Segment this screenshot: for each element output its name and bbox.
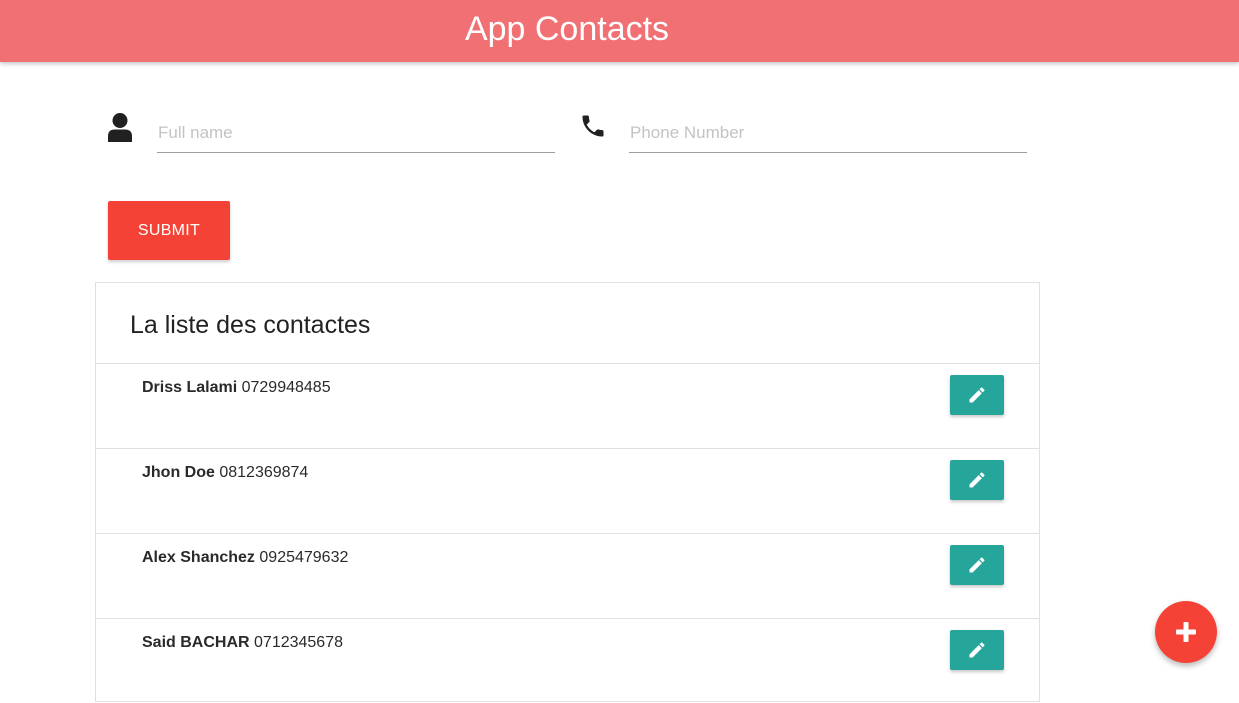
contact-name: Driss Lalami	[142, 379, 238, 396]
contact-phone: 0812369874	[219, 464, 309, 481]
pencil-icon	[969, 642, 985, 658]
contact-name: Jhon Doe	[142, 464, 215, 481]
contact-text: Said BACHAR 0712345678	[142, 634, 343, 652]
contact-phone: 0712345678	[254, 634, 343, 651]
list-item: Said BACHAR 0712345678	[96, 618, 1039, 703]
person-icon	[107, 112, 133, 142]
list-item: Alex Shanchez 0925479632	[96, 533, 1039, 618]
contact-phone: 0729948485	[241, 379, 331, 396]
full-name-input[interactable]	[157, 113, 555, 153]
navbar: App Contacts	[0, 0, 1239, 62]
contact-text: Driss Lalami 0729948485	[142, 379, 331, 397]
contacts-title: La liste des contactes	[130, 311, 371, 339]
edit-contact-button[interactable]	[950, 630, 1004, 670]
plus-icon	[1176, 622, 1196, 642]
contact-phone: 0925479632	[259, 549, 349, 566]
app-title[interactable]: App Contacts	[0, 0, 1134, 60]
contact-text: Jhon Doe 0812369874	[142, 464, 308, 482]
submit-button[interactable]: SUBMIT	[108, 201, 230, 260]
contact-text: Alex Shanchez 0925479632	[142, 549, 348, 567]
pencil-icon	[969, 387, 985, 403]
phone-number-input[interactable]	[629, 113, 1027, 153]
pencil-icon	[969, 557, 985, 573]
contact-name: Alex Shanchez	[142, 549, 255, 566]
contact-name: Said BACHAR	[142, 634, 250, 651]
list-item: Jhon Doe 0812369874	[96, 448, 1039, 533]
pencil-icon	[969, 472, 985, 488]
list-item: Driss Lalami 0729948485	[96, 363, 1039, 448]
contacts-card: La liste des contactes Driss Lalami 0729…	[95, 282, 1040, 702]
contact-list: Driss Lalami 0729948485 Jhon Doe 0812369…	[96, 363, 1039, 703]
edit-contact-button[interactable]	[950, 545, 1004, 585]
edit-contact-button[interactable]	[950, 375, 1004, 415]
edit-contact-button[interactable]	[950, 460, 1004, 500]
add-contact-fab[interactable]	[1155, 601, 1217, 663]
phone-icon	[579, 112, 605, 142]
